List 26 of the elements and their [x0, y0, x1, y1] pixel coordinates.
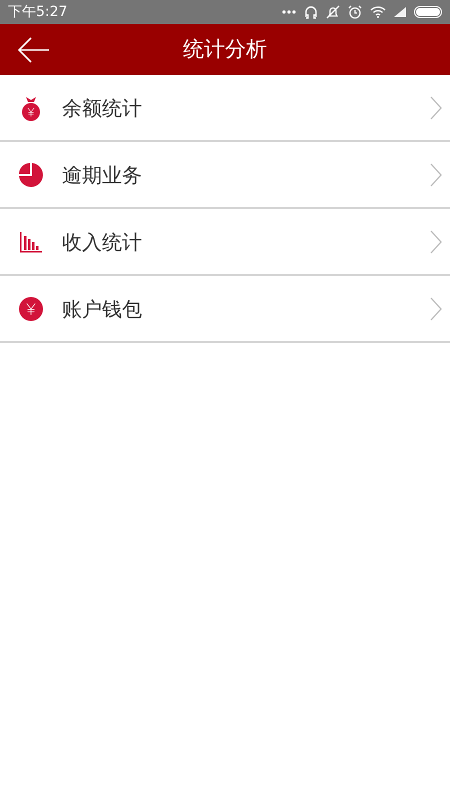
- status-time: 下午5:27: [8, 2, 68, 22]
- yen-coin-icon: [18, 296, 44, 322]
- bell-off-icon: [326, 5, 340, 19]
- menu-item[interactable]: 账户钱包: [0, 276, 450, 343]
- headphones-icon: [304, 5, 318, 19]
- menu-item-label: 逾期业务: [62, 162, 143, 188]
- page-title: 统计分析: [183, 36, 267, 63]
- menu-item-label: 账户钱包: [62, 296, 143, 322]
- more-icon: [282, 10, 296, 14]
- signal-icon: [394, 7, 406, 17]
- pie-chart-icon: [18, 162, 44, 188]
- battery-icon: [414, 6, 442, 18]
- menu-item-label: 余额统计: [62, 94, 143, 122]
- money-bag-icon: [19, 94, 43, 120]
- bar-chart-icon: [19, 230, 43, 254]
- alarm-icon: [348, 5, 362, 19]
- menu-item[interactable]: 余额统计: [0, 75, 450, 142]
- chevron-right-icon: [430, 96, 442, 120]
- menu-item-label: 收入统计: [62, 228, 143, 256]
- chevron-right-icon: [430, 162, 442, 186]
- back-arrow-icon: [18, 36, 50, 62]
- chevron-right-icon: [430, 230, 442, 254]
- menu-item[interactable]: 收入统计: [0, 209, 450, 276]
- chevron-right-icon: [430, 296, 442, 320]
- wifi-icon: [370, 6, 386, 18]
- menu-item[interactable]: 逾期业务: [0, 142, 450, 209]
